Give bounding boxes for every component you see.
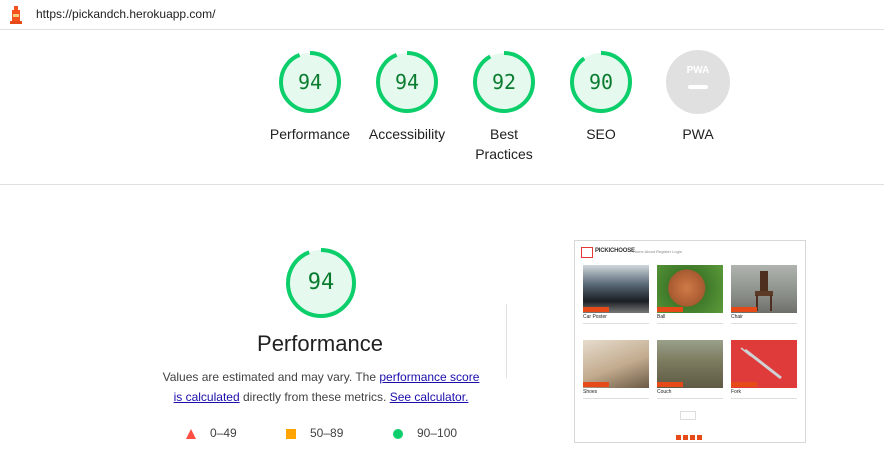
thumb-card: Shoes [583,340,649,402]
lighthouse-icon [10,6,22,24]
page-screenshot-thumbnail[interactable]: PICKICHOOSE Home About Register Login Ca… [574,240,806,443]
thumb-card-title: Chair [731,314,743,320]
gauge-score: 92 [491,70,517,94]
section-divider [0,184,884,185]
thumb-card-title: Shoes [583,389,598,395]
gauge-accessibility[interactable]: 94 [374,49,440,115]
gauge-label-seo: SEO [586,126,616,142]
gauge-score: 94 [394,70,420,94]
gauge-performance[interactable]: 94 [277,49,343,115]
report-url[interactable]: https://pickandch.herokuapp.com/ [36,7,215,21]
gauge-label-pwa: PWA [682,126,714,142]
desc-text-mid: directly from these metrics. [239,390,390,404]
thumb-nav: Home About Register Login [633,249,682,254]
thumb-card-title: Car Poster [583,314,607,320]
legend-average-range: 50–89 [310,426,344,440]
gauge-label-accessibility: Accessibility [368,126,446,142]
thumb-card-title: Ball [657,314,666,320]
performance-score-link[interactable]: performance score [379,370,479,384]
desc-text: Values are estimated and may vary. The [162,370,380,384]
thumb-card-title: Couch [657,389,672,395]
gauge-label-performance: Performance [269,126,351,142]
performance-title: Performance [257,331,383,356]
vertical-separator [506,304,507,378]
fail-triangle-icon [186,429,196,439]
pass-circle-icon [393,429,403,439]
thumb-card: Fork [731,340,797,402]
fork-image [731,340,797,388]
shoes-image [583,340,649,388]
couch-image [657,340,723,388]
thumb-card: Ball [657,265,723,327]
performance-score: 94 [307,270,335,295]
pwa-badge-text: PWA [687,65,710,76]
performance-description: Values are estimated and may vary. The p… [150,367,492,407]
gauge-label-best-practices: Best Practices [449,124,559,164]
thumb-card: Couch [657,340,723,402]
gauge-score: 90 [588,70,614,94]
gauge-pwa[interactable]: PWA [665,49,731,115]
performance-score-link-cont[interactable]: is calculated [174,390,240,404]
thumb-pagination [680,411,696,420]
thumb-card: Chair [731,265,797,327]
thumb-logo-icon [581,247,593,258]
legend-pass-range: 90–100 [417,426,458,440]
ball-image [657,265,723,313]
gauge-label-line2: Practices [475,146,533,162]
gauge-score: 94 [297,70,323,94]
car-poster-image [583,265,649,313]
see-calculator-link[interactable]: See calculator. [390,390,469,404]
thumb-footer-icons [676,427,704,440]
gauge-best-practices[interactable]: 92 [471,49,537,115]
url-bar: https://pickandch.herokuapp.com/ [0,0,884,30]
average-square-icon [286,429,296,439]
gauge-label-line1: Best [489,126,518,142]
thumb-card-title: Fork [731,389,741,395]
legend-fail-range: 0–49 [210,426,237,440]
thumb-logo-text: PICKICHOOSE [595,248,635,254]
performance-gauge[interactable]: 94 [284,246,358,320]
gauge-seo[interactable]: 90 [568,49,634,115]
pwa-badge-icon: PWA [666,50,730,114]
thumb-card: Car Poster [583,265,649,327]
chair-image [731,265,797,313]
